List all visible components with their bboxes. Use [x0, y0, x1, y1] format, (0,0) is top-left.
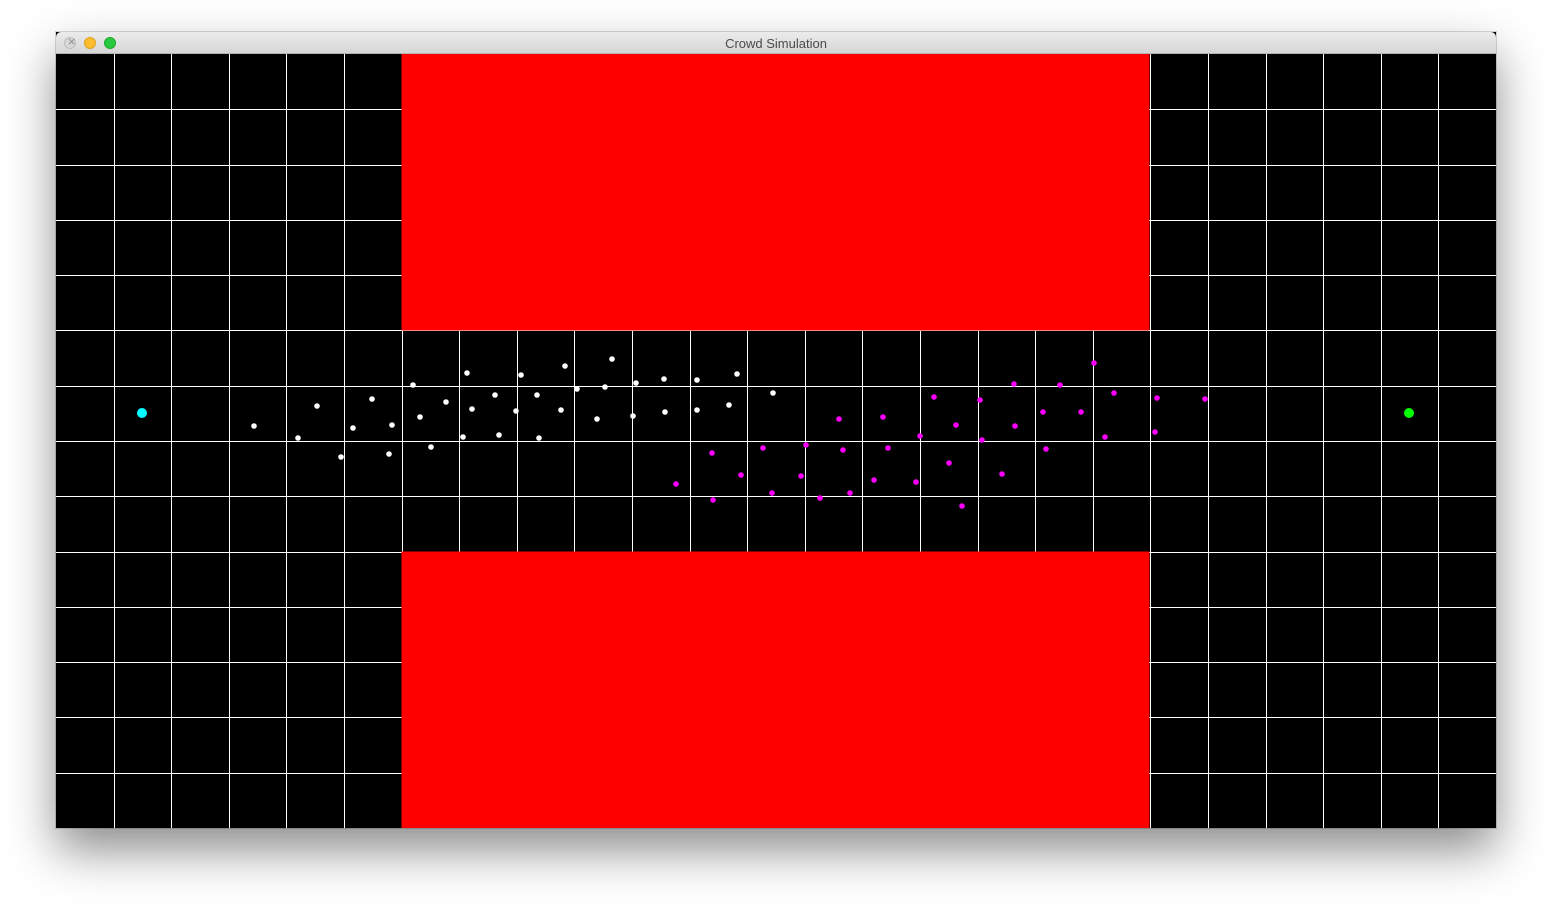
agent-white	[633, 380, 639, 386]
agent-magenta	[946, 460, 952, 466]
agent-white	[417, 414, 423, 420]
goal-marker-left	[137, 408, 147, 418]
agent-white	[694, 407, 700, 413]
agent-magenta	[917, 433, 923, 439]
agent-magenta	[709, 450, 715, 456]
agent-white	[630, 413, 636, 419]
agent-white	[410, 382, 416, 388]
agent-white	[251, 423, 257, 429]
agent-white	[734, 371, 740, 377]
agent-white	[369, 396, 375, 402]
agent-white	[661, 376, 667, 382]
agent-magenta	[979, 437, 985, 443]
agent-white	[558, 407, 564, 413]
agent-white	[562, 363, 568, 369]
agent-white	[350, 425, 356, 431]
app-window: Crowd Simulation	[56, 32, 1496, 828]
agent-white	[338, 454, 344, 460]
agent-white	[609, 356, 615, 362]
agent-white	[314, 403, 320, 409]
agent-magenta	[1111, 390, 1117, 396]
agent-white	[389, 422, 395, 428]
agent-white	[496, 432, 502, 438]
agent-white	[295, 435, 301, 441]
agent-magenta	[1078, 409, 1084, 415]
agent-magenta	[798, 473, 804, 479]
agent-magenta	[803, 442, 809, 448]
agent-white	[694, 377, 700, 383]
agent-magenta	[1040, 409, 1046, 415]
agent-white	[534, 392, 540, 398]
agent-magenta	[1043, 446, 1049, 452]
agent-white	[386, 451, 392, 457]
agent-white	[464, 370, 470, 376]
agent-magenta	[880, 414, 886, 420]
agent-magenta	[871, 477, 877, 483]
agent-magenta	[710, 497, 716, 503]
agent-white	[492, 392, 498, 398]
agent-magenta	[1202, 396, 1208, 402]
agent-white	[443, 399, 449, 405]
agent-white	[594, 416, 600, 422]
agent-magenta	[931, 394, 937, 400]
agent-white	[460, 434, 466, 440]
agent-magenta	[1011, 381, 1017, 387]
agent-magenta	[1154, 395, 1160, 401]
agent-white	[513, 408, 519, 414]
agent-magenta	[1152, 429, 1158, 435]
agent-magenta	[999, 471, 1005, 477]
agent-white	[469, 406, 475, 412]
agent-white	[602, 384, 608, 390]
obstacle-top	[401, 54, 1150, 331]
agent-magenta	[953, 422, 959, 428]
agent-magenta	[738, 472, 744, 478]
simulation-view[interactable]	[56, 54, 1496, 828]
agent-magenta	[836, 416, 842, 422]
agent-magenta	[1012, 423, 1018, 429]
agent-white	[770, 390, 776, 396]
agent-magenta	[1091, 360, 1097, 366]
agent-magenta	[959, 503, 965, 509]
agent-magenta	[760, 445, 766, 451]
agent-magenta	[817, 495, 823, 501]
agent-magenta	[1057, 382, 1063, 388]
agent-white	[662, 409, 668, 415]
obstacle-bottom	[401, 551, 1150, 828]
agent-magenta	[1102, 434, 1108, 440]
agent-white	[518, 372, 524, 378]
simulation-canvas[interactable]	[56, 54, 1496, 828]
agent-magenta	[913, 479, 919, 485]
agent-white	[428, 444, 434, 450]
agent-white	[726, 402, 732, 408]
goal-marker-right	[1404, 408, 1414, 418]
agent-magenta	[840, 447, 846, 453]
window-title: Crowd Simulation	[725, 36, 827, 51]
agent-white	[574, 386, 580, 392]
agent-magenta	[769, 490, 775, 496]
agent-magenta	[885, 445, 891, 451]
agent-white	[536, 435, 542, 441]
agent-magenta	[673, 481, 679, 487]
agent-magenta	[977, 397, 983, 403]
agent-magenta	[847, 490, 853, 496]
title-bar: Crowd Simulation	[56, 32, 1496, 54]
